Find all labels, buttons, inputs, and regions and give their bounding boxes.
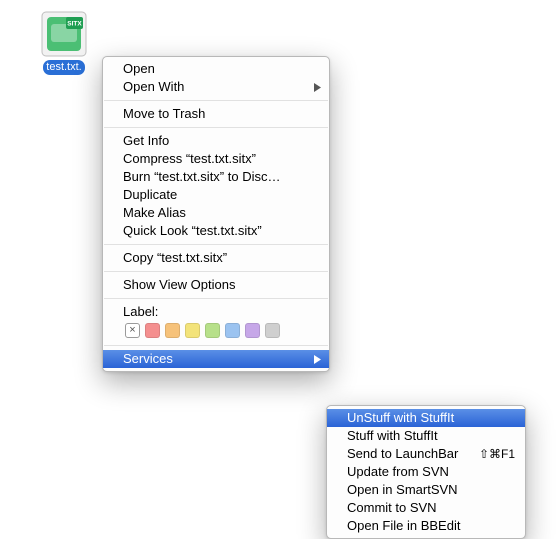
label-color-purple[interactable] xyxy=(245,323,260,338)
menu-services[interactable]: Services xyxy=(103,350,329,368)
menu-services-label: Services xyxy=(123,351,173,366)
submenu-arrow-icon xyxy=(314,350,321,368)
svg-text:SITX: SITX xyxy=(67,21,82,28)
label-color-blue[interactable] xyxy=(225,323,240,338)
label-color-row xyxy=(103,321,329,341)
label-color-green[interactable] xyxy=(205,323,220,338)
menu-make-alias[interactable]: Make Alias xyxy=(103,204,329,222)
service-launchbar-label: Send to LaunchBar xyxy=(347,446,458,461)
service-open-in-bbedit[interactable]: Open File in BBEdit xyxy=(327,517,525,535)
menu-label-header: Label: xyxy=(103,303,329,321)
label-color-none[interactable] xyxy=(125,323,140,338)
menu-open[interactable]: Open xyxy=(103,60,329,78)
service-stuff[interactable]: Stuff with StuffIt xyxy=(327,427,525,445)
service-unstuff[interactable]: UnStuff with StuffIt xyxy=(327,409,525,427)
menu-separator xyxy=(104,127,328,128)
menu-separator xyxy=(104,244,328,245)
file-item[interactable]: SITX test.txt. xyxy=(34,10,94,78)
menu-compress[interactable]: Compress “test.txt.sitx” xyxy=(103,150,329,168)
service-open-in-smartsvn[interactable]: Open in SmartSVN xyxy=(327,481,525,499)
menu-get-info[interactable]: Get Info xyxy=(103,132,329,150)
label-color-red[interactable] xyxy=(145,323,160,338)
service-send-to-launchbar[interactable]: Send to LaunchBar ⇧⌘F1 xyxy=(327,445,525,463)
menu-duplicate[interactable]: Duplicate xyxy=(103,186,329,204)
service-commit-to-svn[interactable]: Commit to SVN xyxy=(327,499,525,517)
menu-separator xyxy=(104,345,328,346)
menu-show-view-options[interactable]: Show View Options xyxy=(103,276,329,294)
submenu-arrow-icon xyxy=(314,78,321,96)
services-submenu: UnStuff with StuffIt Stuff with StuffIt … xyxy=(326,405,526,539)
menu-separator xyxy=(104,298,328,299)
label-color-orange[interactable] xyxy=(165,323,180,338)
service-launchbar-shortcut: ⇧⌘F1 xyxy=(479,445,515,463)
menu-quick-look[interactable]: Quick Look “test.txt.sitx” xyxy=(103,222,329,240)
sitx-file-icon: SITX xyxy=(40,10,88,58)
menu-burn[interactable]: Burn “test.txt.sitx” to Disc… xyxy=(103,168,329,186)
service-update-from-svn[interactable]: Update from SVN xyxy=(327,463,525,481)
menu-copy[interactable]: Copy “test.txt.sitx” xyxy=(103,249,329,267)
menu-move-to-trash[interactable]: Move to Trash xyxy=(103,105,329,123)
menu-open-with[interactable]: Open With xyxy=(103,78,329,96)
menu-separator xyxy=(104,100,328,101)
label-color-gray[interactable] xyxy=(265,323,280,338)
context-menu: Open Open With Move to Trash Get Info Co… xyxy=(102,56,330,372)
menu-separator xyxy=(104,271,328,272)
label-color-yellow[interactable] xyxy=(185,323,200,338)
file-name-label: test.txt. xyxy=(43,60,84,75)
menu-open-with-label: Open With xyxy=(123,79,184,94)
